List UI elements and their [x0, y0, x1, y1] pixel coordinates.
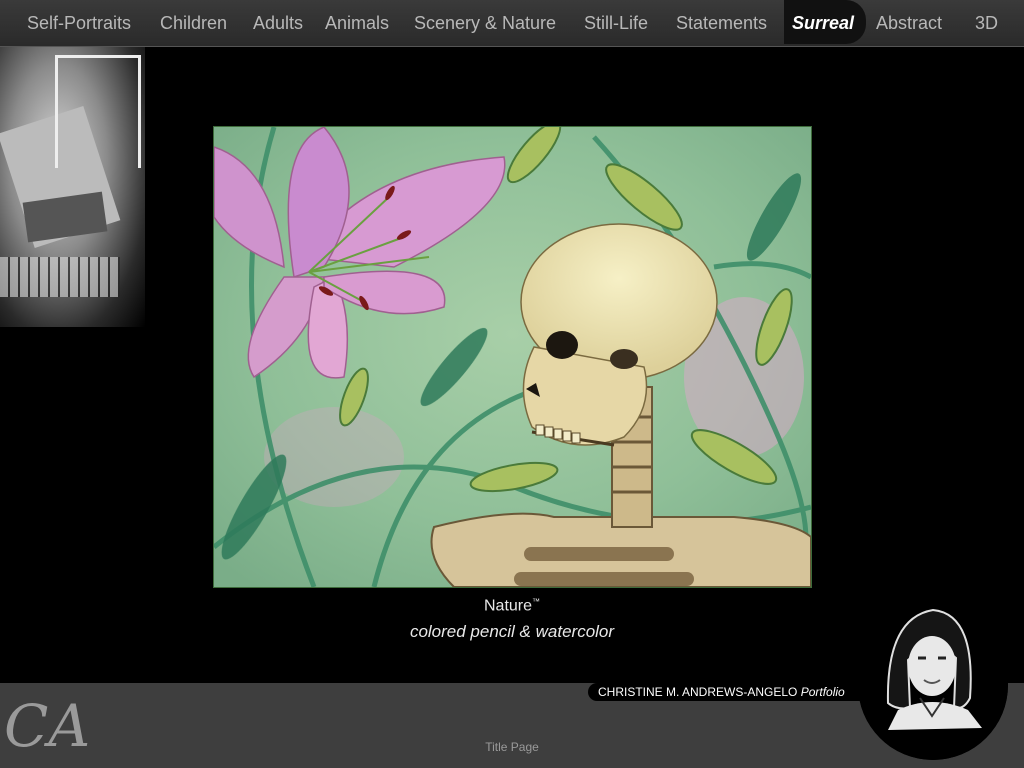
- nav-still-life[interactable]: Still-Life: [584, 0, 648, 44]
- nav-surreal[interactable]: Surreal: [784, 0, 867, 44]
- monogram-logo: CA: [4, 692, 91, 760]
- portfolio-label: Portfolio: [800, 685, 845, 699]
- artist-name-tag: CHRISTINE M. ANDREWS-ANGELO Portfolio: [588, 683, 898, 701]
- title-page-link[interactable]: Title Page: [0, 740, 1024, 754]
- nav-animals[interactable]: Animals: [325, 0, 389, 44]
- artwork-title-mark: ™: [532, 597, 541, 606]
- artist-name: CHRISTINE M. ANDREWS-ANGELO: [598, 685, 798, 699]
- artist-portrait: [858, 598, 1008, 760]
- nav-children[interactable]: Children: [160, 0, 227, 44]
- artwork-title-text: Nature: [483, 597, 533, 615]
- nav-scenery-nature[interactable]: Scenery & Nature: [414, 0, 556, 44]
- artwork-painting: [214, 127, 811, 587]
- collage-keyboard: [0, 257, 120, 297]
- portrait-image: [858, 598, 1008, 760]
- collage-easel: [55, 55, 141, 168]
- nav-statements[interactable]: Statements: [676, 0, 767, 44]
- nav-3d[interactable]: 3D: [975, 0, 998, 44]
- nav-self-portraits[interactable]: Self-Portraits: [27, 0, 131, 44]
- nav-adults[interactable]: Adults: [253, 0, 303, 44]
- nav-abstract[interactable]: Abstract: [876, 0, 942, 44]
- top-nav: Self-Portraits Children Adults Animals S…: [0, 0, 1024, 47]
- artwork-image[interactable]: [213, 126, 812, 588]
- studio-collage-image: [0, 47, 145, 327]
